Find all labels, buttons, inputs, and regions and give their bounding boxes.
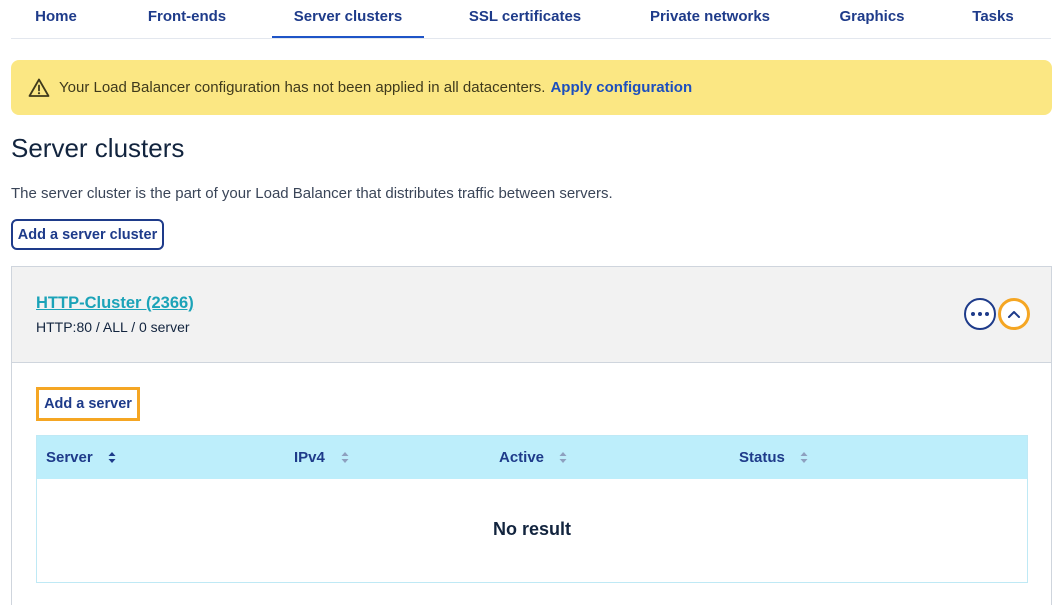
warning-triangle-icon <box>28 77 50 99</box>
sort-icon[interactable] <box>341 451 349 464</box>
apply-configuration-link[interactable]: Apply configuration <box>550 79 692 96</box>
add-server-button[interactable]: Add a server <box>36 387 140 421</box>
alert-message: Your Load Balancer configuration has not… <box>59 79 546 96</box>
sort-icon[interactable] <box>800 451 808 464</box>
tab-server-clusters[interactable]: Server clusters <box>272 0 424 38</box>
sort-icon[interactable] <box>108 451 116 464</box>
servers-table: Server IPv4 Active Status No result <box>36 435 1028 583</box>
add-server-cluster-button[interactable]: Add a server cluster <box>11 219 164 250</box>
chevron-up-icon <box>1007 309 1021 319</box>
tab-ssl-certificates[interactable]: SSL certificates <box>458 0 592 38</box>
column-header-status[interactable]: Status <box>739 436 785 479</box>
more-actions-button[interactable] <box>964 298 996 330</box>
column-header-server[interactable]: Server <box>46 436 93 479</box>
tab-tasks[interactable]: Tasks <box>961 0 1025 38</box>
collapse-button[interactable] <box>998 298 1030 330</box>
empty-table-message: No result <box>492 519 571 539</box>
tab-bar: Home Front-ends Server clusters SSL cert… <box>11 0 1051 39</box>
cluster-panel: HTTP-Cluster (2366) HTTP:80 / ALL / 0 se… <box>11 266 1052 605</box>
table-header: Server IPv4 Active Status <box>37 436 1027 479</box>
ellipsis-icon <box>971 312 989 316</box>
cluster-header: HTTP-Cluster (2366) HTTP:80 / ALL / 0 se… <box>12 267 1051 363</box>
column-header-ipv4[interactable]: IPv4 <box>294 436 325 479</box>
tab-graphics[interactable]: Graphics <box>831 0 913 38</box>
sort-icon[interactable] <box>559 451 567 464</box>
tab-home[interactable]: Home <box>11 0 101 38</box>
tab-private-networks[interactable]: Private networks <box>637 0 783 38</box>
config-warning-alert: Your Load Balancer configuration has not… <box>11 60 1052 115</box>
page-description: The server cluster is the part of your L… <box>11 185 613 202</box>
page-title: Server clusters <box>11 133 185 163</box>
column-header-active[interactable]: Active <box>499 436 544 479</box>
cluster-summary: HTTP:80 / ALL / 0 server <box>36 319 190 335</box>
cluster-name-link[interactable]: HTTP-Cluster (2366) <box>36 294 194 313</box>
tab-front-ends[interactable]: Front-ends <box>131 0 243 38</box>
